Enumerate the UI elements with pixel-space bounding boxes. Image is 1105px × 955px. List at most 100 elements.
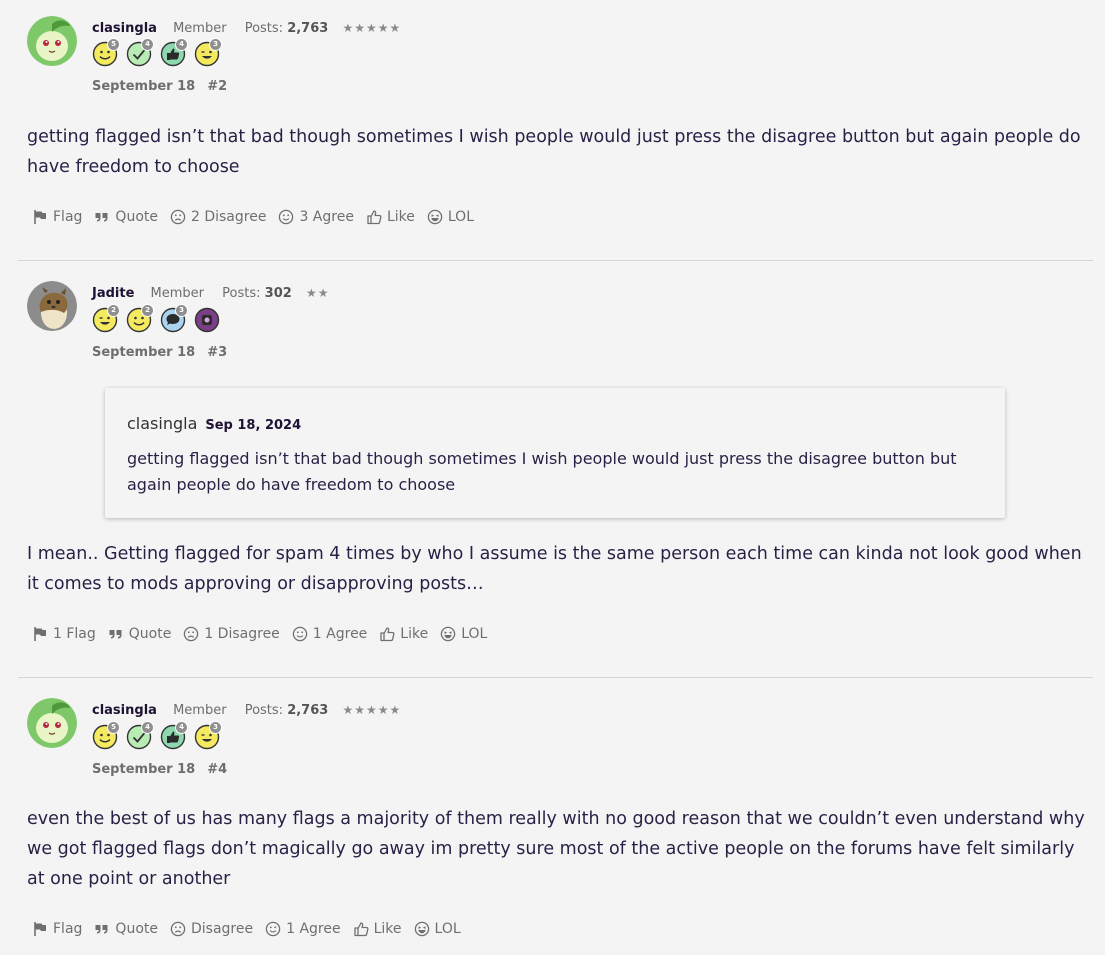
disagree-button[interactable]: Disagree: [170, 921, 253, 937]
badge-count: 5: [107, 721, 120, 734]
thumbs-up-badge-icon[interactable]: 4: [160, 38, 188, 67]
post-date-line: September 18 #4: [92, 762, 227, 777]
avatar[interactable]: [27, 16, 77, 66]
smiley-badge-icon[interactable]: 2: [126, 304, 154, 333]
sad-face-icon: [170, 921, 186, 937]
badge-list: 2 2 3: [92, 304, 220, 333]
quote-button[interactable]: Quote: [94, 921, 158, 937]
post: clasingla Member Posts: 2,763 ★★★★★ 5 4 …: [18, 0, 1093, 260]
like-button[interactable]: Like: [366, 209, 415, 225]
quote-label: Quote: [115, 209, 158, 225]
disagree-button[interactable]: 2 Disagree: [170, 209, 266, 225]
like-label: Like: [386, 209, 415, 225]
posts-count: 302: [264, 286, 292, 301]
posts-label: Posts:: [222, 286, 261, 301]
checkmark-badge-icon[interactable]: 4: [126, 38, 154, 67]
laughing-face-icon: [440, 626, 456, 642]
thumbs-up-icon: [353, 921, 369, 937]
wink-badge-icon[interactable]: 3: [194, 38, 222, 67]
post-date[interactable]: September 18: [92, 762, 195, 777]
purple-emblem-badge-icon[interactable]: [194, 307, 220, 333]
username[interactable]: clasingla: [92, 703, 157, 718]
flag-icon: [32, 921, 48, 937]
lol-button[interactable]: LOL: [427, 209, 474, 225]
badge-count: 5: [107, 38, 120, 51]
quote-author[interactable]: clasingla: [127, 414, 197, 433]
smiley-badge-icon[interactable]: 5: [92, 721, 120, 750]
username[interactable]: clasingla: [92, 21, 157, 36]
badge-count: 4: [141, 721, 154, 734]
disagree-button[interactable]: 1 Disagree: [183, 626, 280, 642]
lol-button[interactable]: LOL: [440, 626, 487, 642]
thumbs-up-badge-icon[interactable]: 4: [160, 721, 188, 750]
posts-label: Posts:: [244, 703, 284, 718]
post-divider: [18, 260, 1093, 261]
smile-face-icon: [265, 921, 281, 937]
username[interactable]: Jadite: [92, 286, 134, 301]
speech-bubble-badge-icon[interactable]: 3: [160, 304, 188, 333]
checkmark-badge-icon[interactable]: 4: [126, 721, 154, 750]
post: Jadite Member Posts: 302 ★★ 2 2 3 Septem…: [18, 266, 1093, 676]
post-body: getting flagged isn’t that bad though so…: [27, 127, 1081, 177]
flag-label: Flag: [53, 209, 83, 225]
badge-count: 3: [175, 304, 188, 317]
laughing-face-icon: [414, 921, 430, 937]
thumbs-up-icon: [379, 626, 395, 642]
user-role: Member: [173, 703, 227, 718]
quote-button[interactable]: Quote: [94, 209, 158, 225]
post-date-line: September 18 #3: [92, 345, 227, 360]
lol-button[interactable]: LOL: [414, 921, 461, 937]
rank-stars: ★★★★★: [342, 703, 402, 717]
quote-block: clasingla Sep 18, 2024 getting flagged is…: [105, 388, 1005, 518]
wink-badge-icon[interactable]: 2: [92, 304, 120, 333]
post-actions: Flag Quote Disagree 1 Agree Like LOL: [32, 921, 461, 937]
like-button[interactable]: Like: [379, 626, 428, 642]
like-label: Like: [373, 921, 402, 937]
badge-count: 2: [141, 304, 154, 317]
lol-label: LOL: [461, 626, 488, 642]
quote-header: clasingla Sep 18, 2024: [127, 414, 301, 433]
quote-label: Quote: [128, 626, 172, 642]
user-meta: clasingla Member Posts: 2,763 ★★★★★: [92, 21, 401, 36]
quote-button[interactable]: Quote: [108, 626, 172, 642]
flag-label: Flag: [53, 921, 83, 937]
like-button[interactable]: Like: [353, 921, 402, 937]
post-divider: [18, 677, 1093, 678]
sad-face-icon: [170, 209, 186, 225]
smile-face-icon: [278, 209, 294, 225]
agree-button[interactable]: 1 Agree: [292, 626, 367, 642]
agree-button[interactable]: 1 Agree: [265, 921, 341, 937]
smiley-badge-icon[interactable]: 5: [92, 38, 120, 67]
like-label: Like: [400, 626, 429, 642]
agree-label: 1 Agree: [286, 921, 341, 937]
post-number[interactable]: #4: [207, 762, 227, 777]
badge-list: 5 4 4 3: [92, 38, 222, 67]
quote-icon: [94, 209, 110, 225]
flag-icon: [32, 626, 48, 642]
disagree-label: Disagree: [190, 921, 254, 937]
avatar[interactable]: [27, 698, 77, 748]
user-meta: clasingla Member Posts: 2,763 ★★★★★: [92, 703, 401, 718]
user-meta: Jadite Member Posts: 302 ★★: [92, 286, 329, 301]
avatar[interactable]: [27, 281, 77, 331]
badge-count: 2: [107, 304, 120, 317]
post-date[interactable]: September 18: [92, 79, 195, 94]
quote-icon: [94, 921, 110, 937]
badge-count: 3: [209, 38, 222, 51]
quote-date[interactable]: Sep 18, 2024: [205, 418, 301, 433]
post-number[interactable]: #3: [207, 345, 227, 360]
post-number[interactable]: #2: [207, 79, 227, 94]
flag-button[interactable]: Flag: [32, 209, 82, 225]
disagree-label: 2 Disagree: [190, 209, 267, 225]
user-role: Member: [173, 21, 227, 36]
badge-list: 5 4 4 3: [92, 721, 222, 750]
flag-button[interactable]: Flag: [32, 921, 82, 937]
post-body: I mean.. Getting flagged for spam 4 time…: [27, 544, 1082, 594]
wink-badge-icon[interactable]: 3: [194, 721, 222, 750]
flag-button[interactable]: 1 Flag: [32, 626, 96, 642]
posts-label: Posts:: [244, 21, 284, 36]
badge-count: 4: [175, 38, 188, 51]
lol-label: LOL: [434, 921, 461, 937]
agree-button[interactable]: 3 Agree: [278, 209, 354, 225]
post-date[interactable]: September 18: [92, 345, 195, 360]
